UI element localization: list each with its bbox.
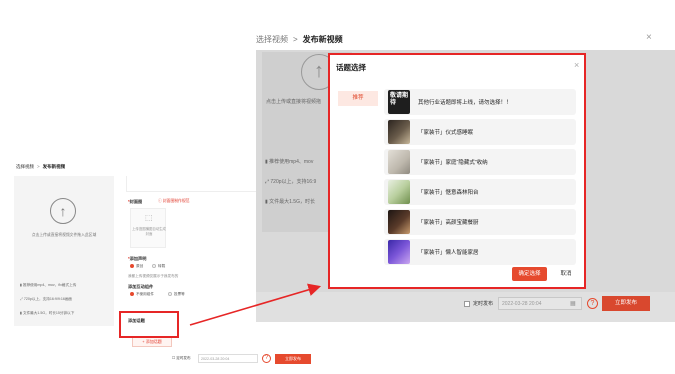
topic-thumbnail <box>388 210 410 234</box>
publish-button[interactable]: 立即发布 <box>602 296 650 311</box>
interaction-option-none[interactable]: 不使用组件 <box>130 292 154 297</box>
question-circle-icon[interactable]: ? <box>587 298 598 309</box>
upload-arrow-icon: ↑ <box>50 198 76 224</box>
breadcrumb-parent[interactable]: 选择视频 <box>256 35 288 44</box>
breadcrumb: 选择视频 > 发布新视频 <box>16 164 65 170</box>
close-icon[interactable]: × <box>646 32 652 43</box>
interaction-option-vote[interactable]: 投票等 <box>168 292 185 297</box>
cover-upload-text: 上传竖图横图自动生成封面 <box>132 227 166 236</box>
breadcrumb: 选择视频 > 发布新视频 <box>256 34 343 45</box>
declaration-note: 我都上传视频仅展示于我发布的 <box>128 274 179 278</box>
cover-upload-icon: ⬚ <box>145 213 153 222</box>
spec-size: ▮ 文件最大1.5G，时长 <box>265 199 315 205</box>
topic-text: 「家装节」仪式感睡眠 <box>418 130 474 136</box>
tab-recommend[interactable]: 推荐 <box>338 91 378 106</box>
breadcrumb-parent[interactable]: 选择视频 <box>16 164 34 169</box>
breadcrumb-separator: > <box>293 35 298 44</box>
declaration-option-repost[interactable]: 转载 <box>152 264 165 269</box>
topic-text: 其他行业话题即将上线，请勿选择！！ <box>418 100 512 106</box>
topic-thumbnail <box>388 240 410 264</box>
topic-text: 「家装节」高颜宝藏餐厨 <box>418 220 479 226</box>
declaration-label: *添加声明 <box>128 256 147 261</box>
topic-item[interactable]: 「家装节」惬意森林阳台 <box>384 179 576 205</box>
publish-button[interactable]: 立即发布 <box>275 354 311 364</box>
schedule-checkbox[interactable] <box>464 301 470 307</box>
topic-item[interactable]: 敬请期待 其他行业话题即将上线，请勿选择！！ <box>384 89 576 115</box>
close-icon[interactable]: × <box>574 60 579 70</box>
cover-hint-link[interactable]: ⓘ 封面图制作规范 <box>158 199 189 204</box>
spec-resolution: ⤢ 720p以上，支持16:9/9:16画面 <box>20 297 73 301</box>
schedule-label: 定时发布 <box>473 301 494 307</box>
topic-thumbnail <box>388 150 410 174</box>
small-footer: ☐ 定时发布 2022-03-28 20:04 ? 立即发布 <box>172 354 312 364</box>
topic-select-modal: 话题选择 × 推荐 敬请期待 其他行业话题即将上线，请勿选择！！ 「家装节」仪式… <box>328 53 586 289</box>
topic-thumbnail <box>388 180 410 204</box>
highlight-box-add-topic <box>119 311 179 338</box>
large-footer: 定时发布 2022-03-28 20:04 ▦ ? 立即发布 <box>256 292 675 322</box>
spec-format: ▮ 推荐使用mp4、mov <box>265 159 314 165</box>
breadcrumb-current: 发布新视频 <box>42 164 66 169</box>
topic-text: 「家装节」惬意森林阳台 <box>418 190 479 196</box>
declaration-option-original[interactable]: 原创 <box>130 264 143 269</box>
spec-resolution: ⤢ 720p以上，支持16:9 <box>265 179 317 185</box>
breadcrumb-current: 发布新视频 <box>302 35 343 44</box>
breadcrumb-separator: > <box>37 164 40 169</box>
calendar-icon[interactable]: ▦ <box>570 300 576 307</box>
schedule-date-input[interactable]: 2022-03-28 20:04 <box>198 354 258 363</box>
cancel-button[interactable]: 取消 <box>553 267 579 281</box>
topic-thumbnail: 敬请期待 <box>388 90 410 114</box>
thumbnail-caption: 敬请期待 <box>390 93 409 106</box>
schedule-checkbox[interactable]: ☐ 定时发布 <box>172 356 191 361</box>
topic-item[interactable]: 「家装节」家庭“隐藏式”收纳 <box>384 149 576 175</box>
spec-size: ▮ 文件最大1.5G，时长15分钟以下 <box>20 311 75 315</box>
video-upload-area[interactable]: ↑ 点击上传或直接将视频文件拖入此区域 ▮ 推荐使用mp4、mov、flv格式上… <box>14 176 114 326</box>
topic-item[interactable]: 「家装节」懒人智能家居 <box>384 239 576 265</box>
topic-item[interactable]: 「家装节」仪式感睡眠 <box>384 119 576 145</box>
topic-text: 「家装节」懒人智能家居 <box>418 250 479 256</box>
modal-title: 话题选择 <box>336 63 366 72</box>
interaction-label: 添加互动组件 <box>128 284 154 289</box>
confirm-selection-button[interactable]: 确定选择 <box>512 267 547 281</box>
topic-item[interactable]: 「家装节」高颜宝藏餐厨 <box>384 209 576 235</box>
upload-hint: 点击上传或直接将视频拖 <box>266 99 322 105</box>
topic-thumbnail <box>388 120 410 144</box>
cover-label: *封面图 <box>128 199 143 204</box>
upload-hint: 点击上传或直接将视频文件拖入此区域 <box>31 233 97 237</box>
question-circle-icon[interactable]: ? <box>262 354 271 363</box>
cover-upload[interactable]: ⬚ 上传竖图横图自动生成封面 <box>130 208 166 248</box>
topic-text: 「家装节」家庭“隐藏式”收纳 <box>418 160 488 166</box>
spec-format: ▮ 推荐使用mp4、mov、flv格式上传 <box>20 283 77 287</box>
